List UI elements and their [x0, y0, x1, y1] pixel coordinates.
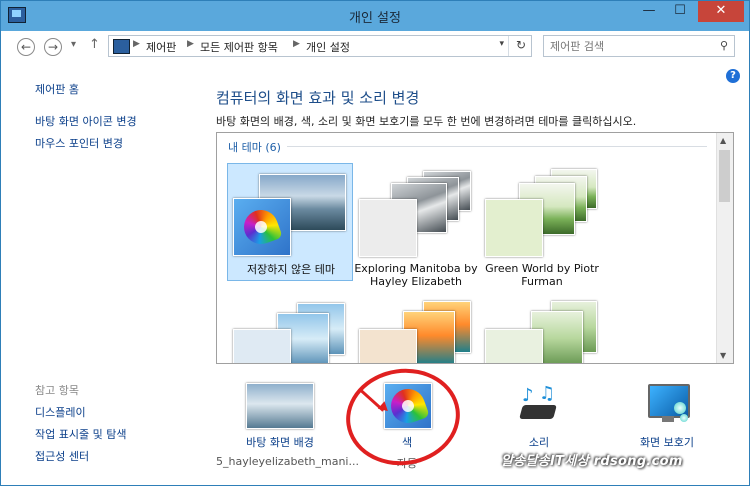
theme-tile[interactable]	[479, 293, 605, 363]
chevron-right-icon: ▶	[293, 39, 300, 49]
speaker-body-shape	[519, 405, 557, 419]
theme-name-line-2: Furman	[521, 275, 563, 288]
desktop-background-value: 5_hayleyelizabeth_mani...	[216, 455, 359, 468]
theme-tile[interactable]	[227, 293, 353, 363]
desktop-background-thumbnail[interactable]	[246, 383, 314, 429]
title-bar[interactable]: 개인 설정 — ☐ ✕	[1, 1, 749, 31]
theme-group-header[interactable]: 내 테마 (6)	[228, 139, 281, 155]
theme-color-swatch	[485, 329, 543, 363]
breadcrumb-control-panel[interactable]: 제어판	[146, 39, 176, 55]
address-row: ← → ▾ ↑ ▶ 제어판 ▶ 모든 제어판 항목 ▶ 개인 설정 ▾ ↻ ⚲	[1, 31, 749, 63]
divider	[508, 36, 509, 56]
monitor-stand-shape	[662, 416, 674, 422]
sound-label[interactable]: 소리	[509, 434, 569, 450]
help-icon[interactable]: ?	[726, 69, 740, 83]
theme-name-line-1: Exploring Manitoba by	[354, 262, 478, 275]
left-pane: 제어판 홈 바탕 화면 아이콘 변경 마우스 포인터 변경 참고 항목 디스플레…	[1, 63, 201, 487]
theme-tile-green-world[interactable]: Green World by Piotr Furman	[479, 163, 605, 288]
monitor-screen-shape	[648, 384, 690, 418]
search-input[interactable]	[550, 38, 710, 54]
music-note-icon: ♫	[539, 383, 556, 404]
breadcrumb-personalization[interactable]: 개인 설정	[306, 39, 350, 55]
theme-name: 저장하지 않은 테마	[247, 263, 335, 276]
up-button[interactable]: ↑	[89, 37, 100, 52]
search-icon[interactable]: ⚲	[720, 39, 728, 52]
control-panel-home-link[interactable]: 제어판 홈	[35, 81, 79, 97]
color-fan-icon	[239, 205, 283, 249]
see-also-title: 참고 항목	[35, 384, 79, 397]
minimize-button[interactable]: —	[634, 1, 664, 22]
screensaver-label[interactable]: 화면 보호기	[629, 434, 705, 450]
back-button[interactable]: ←	[17, 38, 35, 56]
sound-label-wrap: 소리	[509, 434, 569, 450]
address-dropdown-icon[interactable]: ▾	[499, 39, 504, 49]
screensaver-icon[interactable]	[644, 382, 690, 426]
desktop-icons-link[interactable]: 바탕 화면 아이콘 변경	[35, 113, 137, 129]
display-link[interactable]: 디스플레이	[35, 404, 86, 420]
maximize-button[interactable]: ☐	[665, 1, 695, 22]
bubble-icon	[674, 402, 686, 414]
forward-button[interactable]: →	[44, 38, 62, 56]
scroll-up-icon[interactable]: ▲	[720, 136, 726, 145]
chevron-right-icon: ▶	[187, 39, 194, 49]
theme-list-scrollbar[interactable]: ▲ ▼	[716, 133, 733, 363]
refresh-icon[interactable]: ↻	[516, 38, 526, 52]
divider	[287, 146, 707, 147]
theme-color-swatch	[233, 329, 291, 363]
theme-name-line-1: Green World by Piotr	[485, 262, 599, 275]
theme-list[interactable]: 내 테마 (6) 저장하지 않은 테마 Exploring Manitoba b…	[216, 132, 734, 364]
theme-tile[interactable]	[353, 293, 479, 363]
taskbar-link[interactable]: 작업 표시줄 및 탐색	[35, 426, 126, 442]
theme-color-swatch	[485, 199, 543, 257]
ease-of-access-link[interactable]: 접근성 센터	[35, 448, 89, 464]
close-button[interactable]: ✕	[698, 1, 744, 22]
desktop-background-label[interactable]: 바탕 화면 배경	[216, 434, 344, 450]
theme-name-line-2: Hayley Elizabeth	[370, 275, 462, 288]
mouse-pointer-link[interactable]: 마우스 포인터 변경	[35, 135, 123, 151]
desktop-background-label-wrap: 바탕 화면 배경 5_hayleyelizabeth_mani...	[216, 434, 359, 468]
control-panel-window: 개인 설정 — ☐ ✕ ← → ▾ ↑ ▶ 제어판 ▶ 모든 제어판 항목 ▶ …	[0, 0, 750, 486]
theme-tile-unsaved[interactable]: 저장하지 않은 테마	[227, 163, 353, 281]
theme-color-swatch	[233, 198, 291, 256]
address-bar[interactable]: ▶ 제어판 ▶ 모든 제어판 항목 ▶ 개인 설정 ▾ ↻	[108, 35, 532, 57]
music-note-icon: ♪	[522, 385, 534, 406]
breadcrumb-all-items[interactable]: 모든 제어판 항목	[200, 39, 278, 55]
screensaver-label-wrap: 화면 보호기	[629, 434, 705, 450]
page-description: 바탕 화면의 배경, 색, 소리 및 화면 보호기를 모두 한 번에 변경하려면…	[216, 115, 637, 128]
sound-icon[interactable]: ♪ ♫	[517, 383, 559, 429]
chevron-right-icon: ▶	[133, 39, 140, 49]
scroll-thumb[interactable]	[719, 150, 730, 202]
recent-pages-dropdown[interactable]: ▾	[71, 39, 76, 50]
control-panel-icon	[113, 39, 130, 54]
theme-tile-exploring-manitoba[interactable]: Exploring Manitoba by Hayley Elizabeth	[353, 163, 479, 288]
search-box[interactable]: ⚲	[543, 35, 735, 57]
theme-color-swatch	[359, 329, 417, 363]
page-title: 컴퓨터의 화면 효과 및 소리 변경	[216, 89, 420, 107]
bubble-icon	[680, 414, 688, 422]
theme-color-swatch	[359, 199, 417, 257]
watermark: 알송달송IT세상 rdsong.com	[501, 454, 683, 469]
scroll-down-icon[interactable]: ▼	[720, 351, 726, 360]
